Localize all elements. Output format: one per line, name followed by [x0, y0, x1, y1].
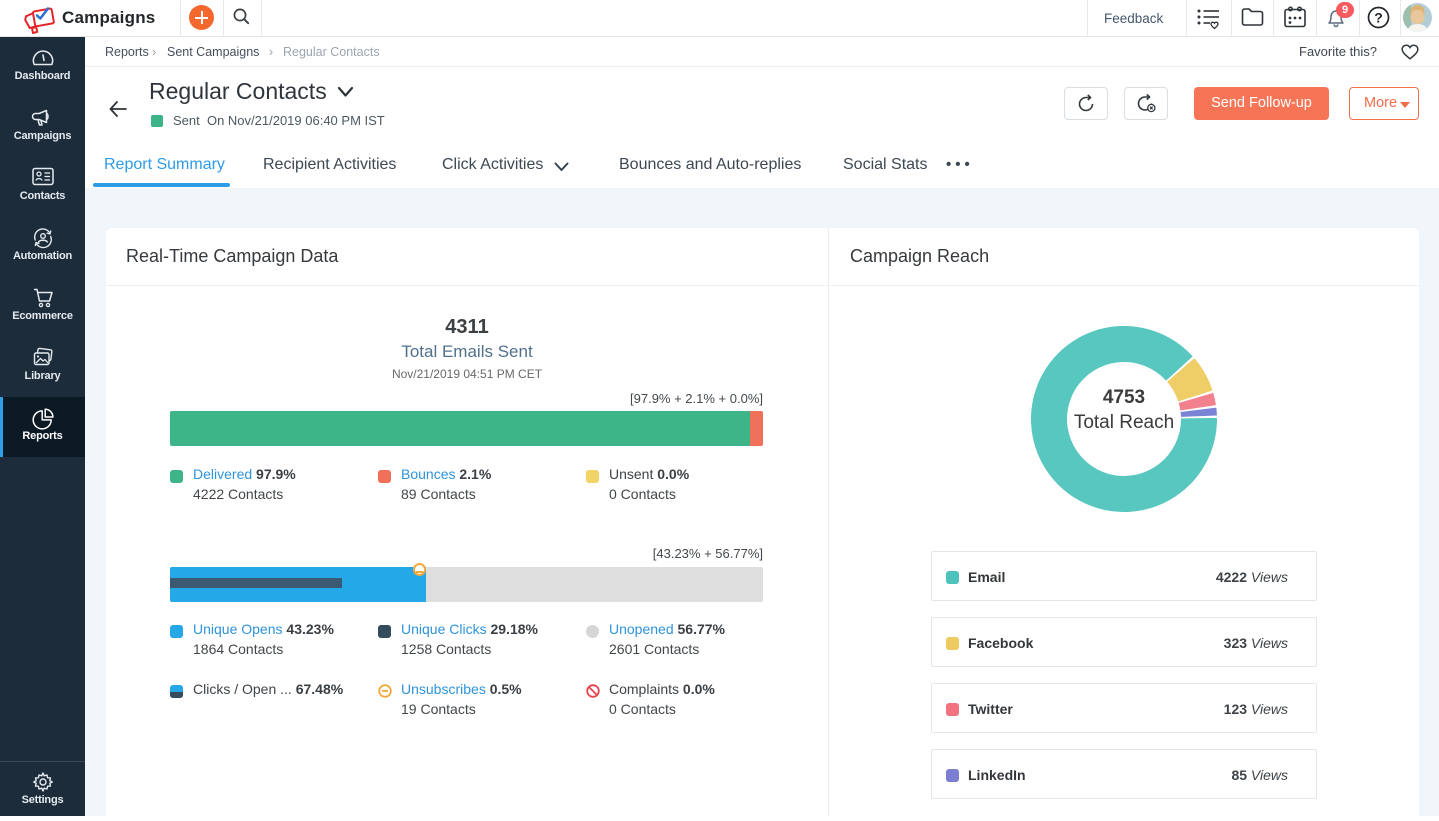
svg-text:?: ?: [1374, 10, 1383, 26]
